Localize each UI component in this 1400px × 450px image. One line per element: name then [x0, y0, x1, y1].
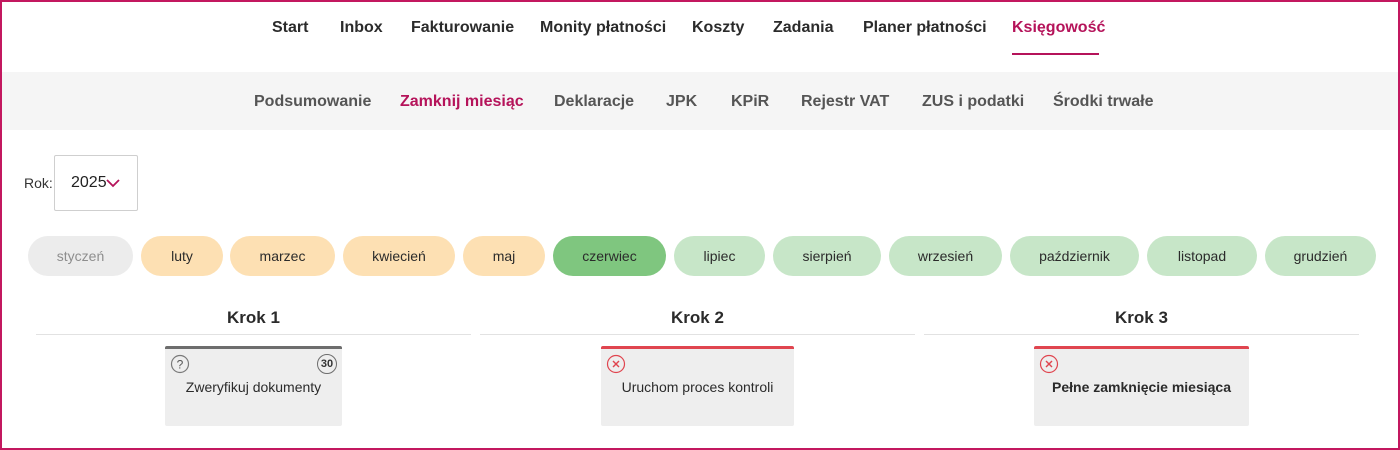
main-nav: Start Inbox Fakturowanie Monity płatnośc… — [0, 0, 1400, 72]
step-card-verify-documents[interactable]: ? 30 Zweryfikuj dokumenty — [165, 346, 342, 426]
month-styczen[interactable]: styczeń — [28, 236, 133, 276]
nav-planer-platnosci[interactable]: Planer płatności — [863, 19, 987, 37]
subnav-jpk[interactable]: JPK — [666, 93, 697, 111]
active-nav-underline — [1012, 53, 1099, 55]
month-lipiec[interactable]: lipiec — [674, 236, 765, 276]
chevron-down-icon — [106, 179, 120, 188]
step-title-1: Krok 1 — [227, 308, 280, 327]
subnav-kpir[interactable]: KPiR — [731, 93, 769, 111]
month-maj[interactable]: maj — [463, 236, 545, 276]
year-select[interactable]: 2025 — [54, 155, 138, 211]
nav-inbox[interactable]: Inbox — [340, 19, 383, 37]
step-divider-1 — [36, 334, 471, 335]
card-status-bar — [601, 346, 794, 349]
question-icon[interactable]: ? — [170, 354, 190, 374]
month-listopad[interactable]: listopad — [1147, 236, 1257, 276]
nav-start[interactable]: Start — [272, 19, 308, 37]
nav-monity-platnosci[interactable]: Monity płatności — [540, 19, 666, 37]
month-czerwiec[interactable]: czerwiec — [553, 236, 666, 276]
error-x-icon — [606, 354, 626, 374]
nav-koszty[interactable]: Koszty — [692, 19, 744, 37]
step-title-2: Krok 2 — [671, 308, 724, 327]
month-kwiecien[interactable]: kwiecień — [343, 236, 455, 276]
subnav-rejestr-vat[interactable]: Rejestr VAT — [801, 93, 889, 111]
month-grudzien[interactable]: grudzień — [1265, 236, 1376, 276]
step-card-run-control[interactable]: Uruchom proces kontroli — [601, 346, 794, 426]
subnav-deklaracje[interactable]: Deklaracje — [554, 93, 634, 111]
card-label: Zweryfikuj dokumenty — [185, 379, 322, 395]
subnav-podsumowanie[interactable]: Podsumowanie — [254, 93, 371, 111]
month-sierpien[interactable]: sierpień — [773, 236, 881, 276]
svg-text:?: ? — [177, 357, 184, 371]
step-divider-2 — [480, 334, 915, 335]
month-pazdziernik[interactable]: październik — [1010, 236, 1139, 276]
nav-ksiegowosc[interactable]: Księgowość — [1012, 19, 1105, 37]
error-x-icon — [1039, 354, 1059, 374]
card-status-bar — [165, 346, 342, 349]
document-count-badge: 30 — [317, 354, 337, 374]
step-divider-3 — [924, 334, 1359, 335]
card-status-bar — [1034, 346, 1249, 349]
month-wrzesien[interactable]: wrzesień — [889, 236, 1002, 276]
subnav-zamknij-miesiac[interactable]: Zamknij miesiąc — [400, 93, 524, 111]
month-luty[interactable]: luty — [141, 236, 223, 276]
month-marzec[interactable]: marzec — [230, 236, 335, 276]
nav-zadania[interactable]: Zadania — [773, 19, 833, 37]
sub-nav: Podsumowanie Zamknij miesiąc Deklaracje … — [2, 72, 1398, 130]
nav-fakturowanie[interactable]: Fakturowanie — [411, 19, 514, 37]
step-title-3: Krok 3 — [1115, 308, 1168, 327]
subnav-srodki-trwale[interactable]: Środki trwałe — [1053, 93, 1153, 111]
year-label: Rok: — [24, 175, 53, 191]
card-label: Uruchom proces kontroli — [621, 379, 774, 395]
card-label: Pełne zamknięcie miesiąca — [1052, 379, 1231, 395]
subnav-zus-i-podatki[interactable]: ZUS i podatki — [922, 93, 1024, 111]
year-value: 2025 — [71, 174, 107, 191]
step-card-full-month-close[interactable]: Pełne zamknięcie miesiąca — [1034, 346, 1249, 426]
